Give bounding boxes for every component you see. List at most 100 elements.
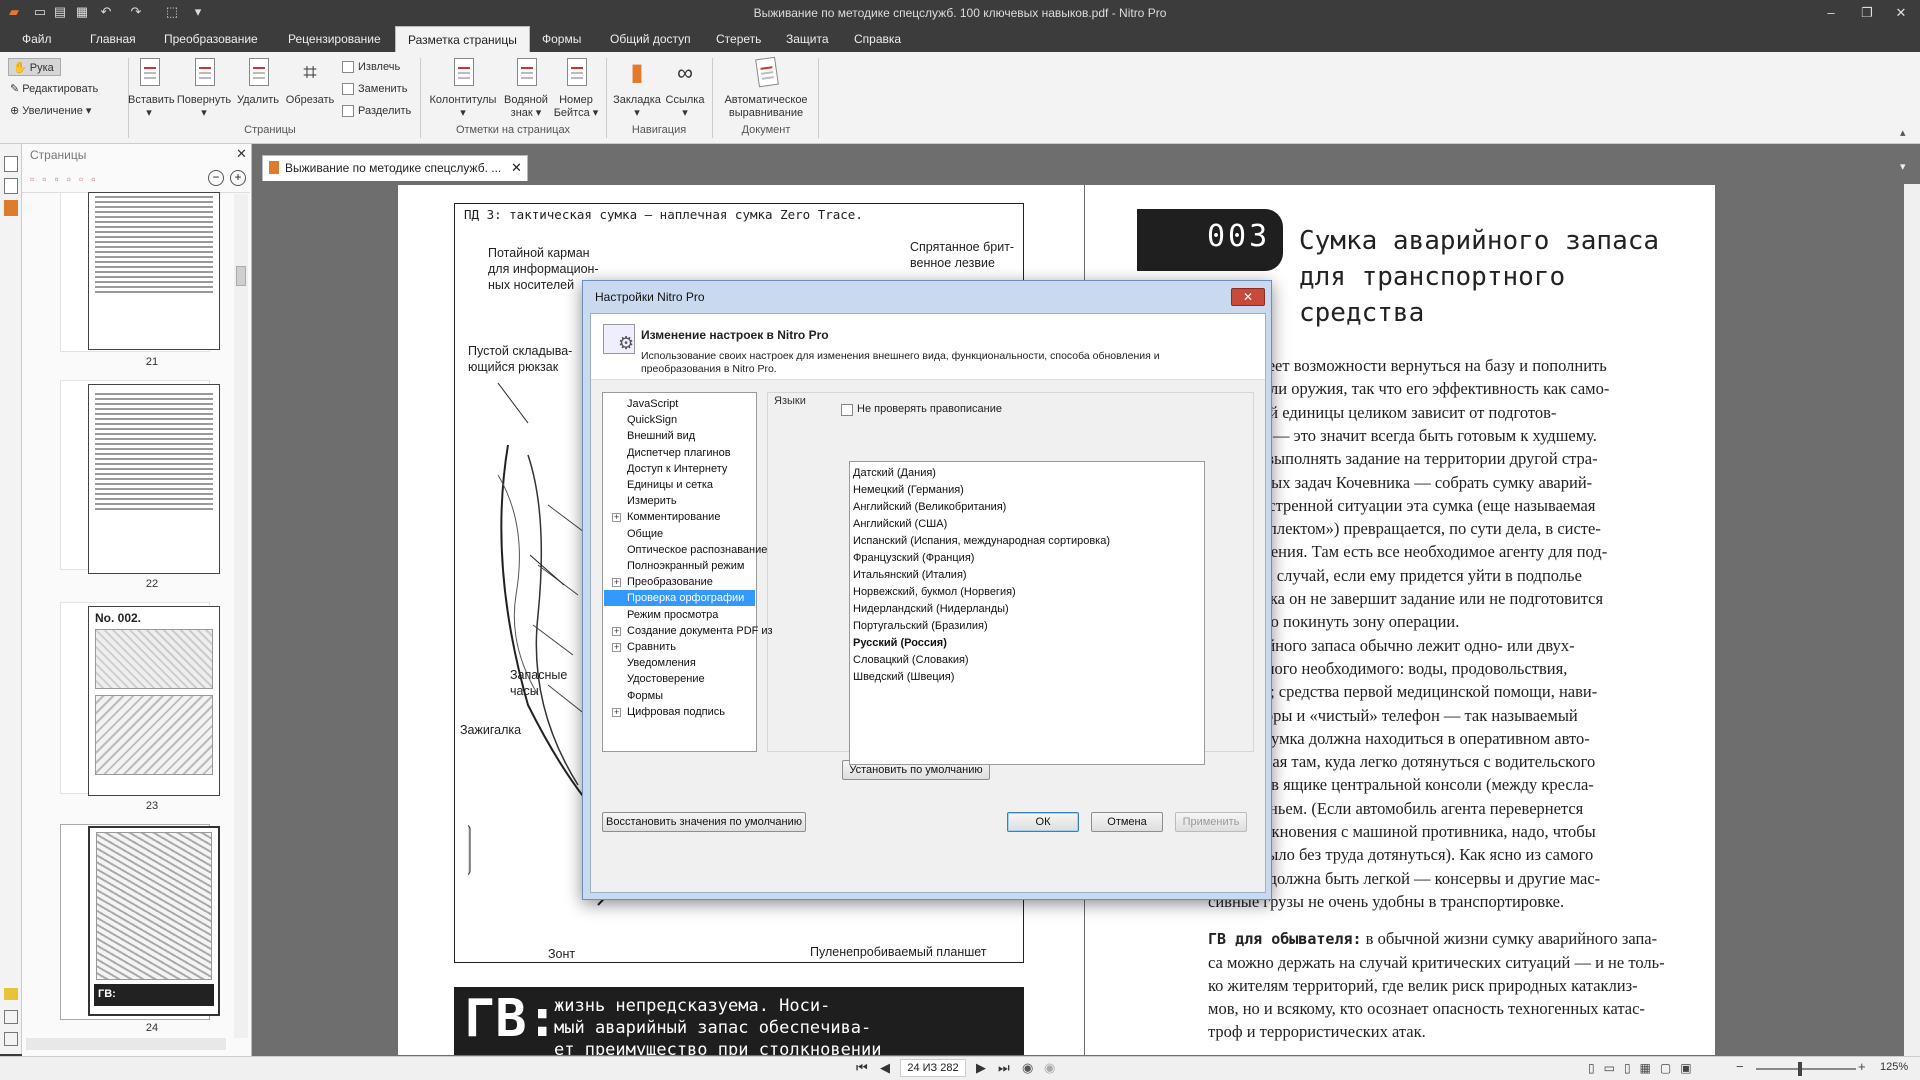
close-panel-icon[interactable]: ✕	[236, 146, 247, 162]
close-window-button[interactable]: ✕	[1884, 2, 1918, 24]
close-tab-icon[interactable]: ✕	[511, 156, 522, 180]
tree-item[interactable]: Оптическое распознавание	[627, 542, 767, 558]
language-item[interactable]: Датский (Дания)	[853, 465, 936, 482]
language-item[interactable]: Немецкий (Германия)	[853, 482, 964, 499]
thumbnails-scroll-thumb[interactable]	[236, 266, 246, 286]
link-button[interactable]: ∞ Ссылка ▾	[662, 58, 708, 120]
page-thumbnail-21[interactable]	[88, 192, 220, 350]
tree-item[interactable]: Полноэкранный режим	[627, 558, 745, 574]
page-thumbnail-23[interactable]: No. 002.	[88, 606, 220, 796]
tree-item[interactable]: Измерить	[627, 493, 677, 509]
zoom-out-button[interactable]: −	[1736, 1059, 1744, 1074]
thumbnails-scrollbar[interactable]	[234, 194, 248, 1038]
tree-item[interactable]: Внешний вид	[627, 428, 695, 444]
collapse-ribbon-icon[interactable]: ▴	[1900, 126, 1906, 139]
crop-page-button[interactable]: ⌗ Обрезать	[284, 58, 336, 107]
comments-panel-icon[interactable]	[4, 988, 18, 1000]
next-view-button[interactable]: ◉	[1044, 1060, 1055, 1076]
language-item[interactable]: Шведский (Швеция)	[853, 669, 954, 686]
zoom-slider[interactable]	[1756, 1068, 1856, 1070]
tree-item[interactable]: Единицы и сетка	[627, 477, 713, 493]
tree-item[interactable]: Доступ к Интернету	[627, 461, 727, 477]
expand-icon[interactable]: +	[612, 578, 621, 588]
headers-footers-button[interactable]: Колонтитулы ▾	[426, 58, 500, 120]
tab-help[interactable]: Справка	[842, 26, 913, 52]
bookmark-button[interactable]: ▮ Закладка ▾	[610, 58, 664, 120]
apply-button[interactable]: Применить	[1175, 812, 1247, 832]
insert-page-button[interactable]: Вставить ▾	[128, 58, 175, 120]
tree-item[interactable]: QuickSign	[627, 412, 677, 428]
next-page-button[interactable]: ▶	[976, 1060, 986, 1076]
expand-icon[interactable]: +	[612, 513, 621, 523]
tree-item[interactable]: + Комментирование	[612, 509, 720, 525]
zoom-out-thumbs-icon[interactable]: −	[208, 170, 224, 186]
view-mode-icons[interactable]: ▯▭▯▦▢▣	[1588, 1061, 1701, 1075]
zoom-slider-handle[interactable]	[1798, 1062, 1802, 1076]
tree-item[interactable]: + Преобразование	[612, 574, 713, 590]
document-tab[interactable]: Выживание по методике спецслужб. ... ✕	[262, 155, 528, 181]
tree-item[interactable]: Формы	[627, 688, 663, 704]
language-item[interactable]: Нидерландский (Нидерланды)	[853, 601, 1009, 618]
language-item[interactable]: Английский (Великобритания)	[853, 499, 1006, 516]
ok-button[interactable]: ОК	[1007, 812, 1079, 832]
tree-item[interactable]: JavaScript	[627, 396, 678, 412]
settings-category-tree[interactable]: JavaScript QuickSign Внешний вид Диспетчер …	[602, 392, 773, 752]
attachments-panel-icon[interactable]	[4, 178, 18, 194]
extract-pages-button[interactable]: Извлечь	[342, 58, 400, 76]
document-scrollbar[interactable]	[1904, 184, 1920, 1056]
last-page-button[interactable]: ⏭	[998, 1060, 1010, 1076]
language-item[interactable]: Словацкий (Словакия)	[853, 652, 969, 669]
edit-tool-button[interactable]: ✎ Редактировать	[10, 80, 98, 98]
hand-tool-button[interactable]: ✋ Рука	[8, 58, 61, 76]
minimize-button[interactable]: –	[1814, 2, 1848, 24]
tab-erase[interactable]: Стереть	[704, 26, 773, 52]
tree-item[interactable]: Удостоверение	[627, 671, 705, 687]
page-thumbnail-24[interactable]: ГВ:	[88, 826, 220, 1016]
page-thumbnail-22[interactable]	[88, 384, 220, 574]
language-item[interactable]: Португальский (Бразилия)	[853, 618, 988, 635]
restore-button[interactable]: ❐	[1850, 2, 1884, 24]
expand-icon[interactable]: +	[612, 643, 621, 652]
tree-item[interactable]: Уведомления	[627, 655, 696, 671]
previous-page-button[interactable]: ◀	[880, 1060, 890, 1076]
tree-item[interactable]: + Сравнить	[612, 639, 676, 655]
pages-panel-icon[interactable]	[4, 156, 18, 172]
tree-item[interactable]: Диспетчер плагинов	[627, 445, 731, 461]
tree-item[interactable]: + Создание документа PDF из	[612, 623, 773, 639]
tree-item[interactable]: + Цифровая подпись	[612, 704, 725, 720]
page-number-field[interactable]: 24 ИЗ 282	[900, 1059, 966, 1077]
tree-item[interactable]: Режим просмотра	[627, 607, 718, 623]
bates-number-button[interactable]: Номер Бейтса ▾	[552, 58, 600, 120]
language-item[interactable]: Испанский (Испания, международная сортир…	[853, 533, 1110, 550]
output-panel-icon[interactable]	[4, 1032, 18, 1046]
previous-view-button[interactable]: ◉	[1022, 1060, 1033, 1076]
tree-item[interactable]: Проверка орфографии	[604, 590, 755, 607]
zoom-in-thumbs-icon[interactable]: +	[230, 170, 246, 186]
zoom-in-button[interactable]: +	[1858, 1059, 1866, 1074]
auto-deskew-button[interactable]: Автоматическое выравнивание	[716, 56, 816, 120]
tab-home[interactable]: Главная	[78, 26, 148, 52]
page-tools-icons[interactable]: ▫▫▫▫▫▫	[30, 172, 104, 186]
cancel-button[interactable]: Отмена	[1091, 812, 1163, 832]
dialog-close-button[interactable]: ✕	[1231, 288, 1265, 306]
language-list[interactable]: Датский (Дания) Немецкий (Германия) Англий…	[849, 461, 1205, 765]
delete-page-button[interactable]: Удалить	[236, 58, 280, 107]
tab-file[interactable]: Файл	[10, 26, 64, 52]
audio-icon[interactable]	[4, 1010, 18, 1024]
tab-list-dropdown-icon[interactable]: ▾	[1900, 160, 1906, 173]
tab-protect[interactable]: Защита	[774, 26, 841, 52]
language-item[interactable]: Норвежский, букмол (Норвегия)	[853, 584, 1016, 601]
expand-icon[interactable]: +	[612, 707, 621, 717]
tab-page-layout[interactable]: Разметка страницы	[395, 26, 530, 52]
tab-forms[interactable]: Формы	[530, 26, 593, 52]
first-page-button[interactable]: ⏮	[856, 1060, 868, 1076]
language-item[interactable]: Итальянский (Италия)	[853, 567, 967, 584]
watermark-button[interactable]: Водяной знак ▾	[500, 58, 552, 120]
tab-review[interactable]: Рецензирование	[276, 26, 393, 52]
language-item[interactable]: Английский (США)	[853, 516, 947, 533]
language-item[interactable]: Французский (Франция)	[853, 550, 974, 567]
tab-share[interactable]: Общий доступ	[598, 26, 703, 52]
tree-item[interactable]: Общие	[627, 526, 663, 542]
expand-icon[interactable]: +	[612, 626, 621, 636]
tab-convert[interactable]: Преобразование	[152, 26, 270, 52]
